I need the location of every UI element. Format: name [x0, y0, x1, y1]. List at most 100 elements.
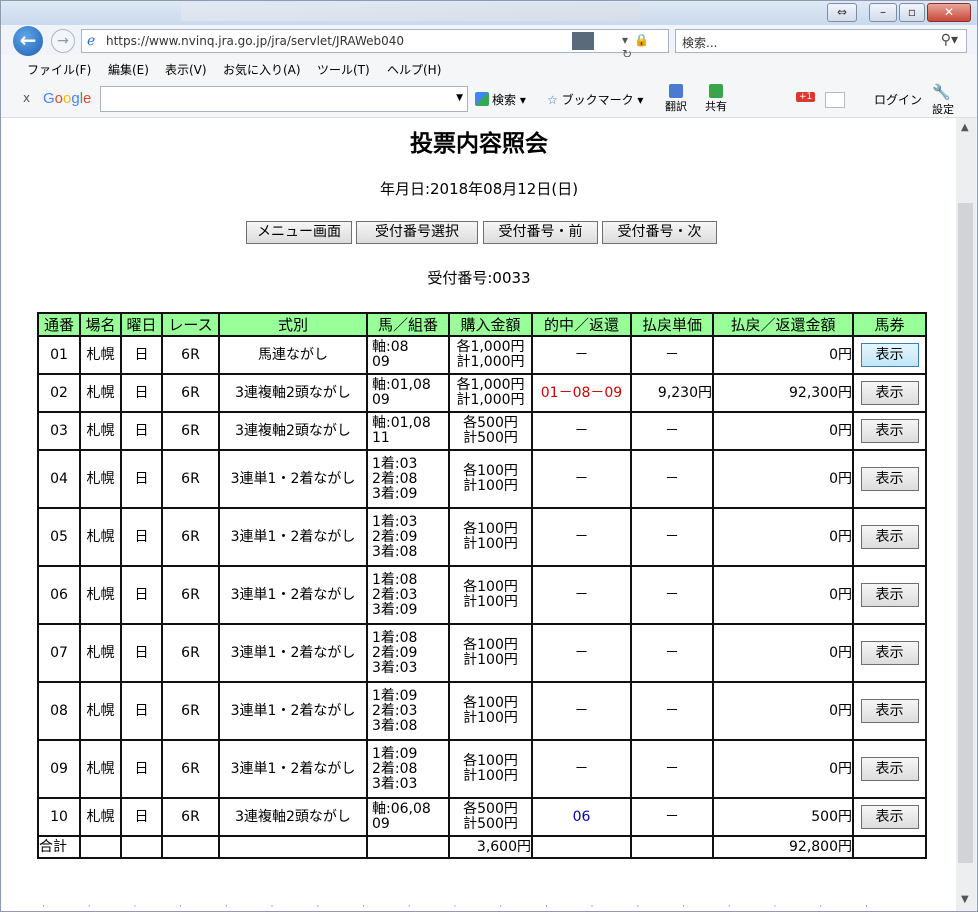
- date-label: 年月日:2018年08月12日(日): [379, 180, 579, 198]
- place-cell: 札幌: [79, 507, 122, 567]
- menu-screen-button[interactable]: メニュー画面: [246, 221, 352, 244]
- unit-price-cell: －: [630, 797, 714, 837]
- address-bar[interactable]: ℯ https://www.nvinq.jra.go.jp/jra/servle…: [81, 29, 669, 61]
- bookmark-button[interactable]: ☆ ブックマーク ▾: [547, 91, 643, 108]
- column-header: レース: [161, 312, 220, 337]
- translate-button[interactable]: 翻訳: [665, 84, 687, 114]
- table-row: 10 札幌日 6R 3連複軸2頭ながし 軸:06,08 09 各500円 計500円 06 － 50…: [37, 797, 927, 837]
- empty-cell: [531, 835, 632, 859]
- combo-line: 2着:03: [372, 702, 418, 719]
- ticket-cell: 表示: [852, 565, 927, 625]
- gplus-button[interactable]: +1: [796, 92, 816, 102]
- show-ticket-button[interactable]: 表示: [860, 583, 919, 607]
- scroll-thumb[interactable]: [958, 203, 973, 863]
- share-button[interactable]: 共有: [705, 84, 727, 114]
- vertical-scrollbar[interactable]: ▲ ▼: [956, 118, 976, 911]
- column-header: 馬券: [852, 312, 927, 337]
- amount-line: 計100円: [463, 710, 518, 726]
- navigation-bar: ← → ℯ https://www.nvinq.jra.go.jp/jra/se…: [1, 25, 977, 61]
- table-row: 06 札幌日 6R 3連単1・2着ながし 1着:08 2着:03 3着:09 各100円 計10…: [37, 565, 927, 625]
- payout-cell: 0円: [712, 335, 854, 375]
- hit-cell: －: [531, 623, 632, 683]
- show-ticket-button[interactable]: 表示: [860, 757, 919, 781]
- show-ticket-button[interactable]: 表示: [860, 641, 919, 665]
- total-payout: 92,800円: [712, 835, 854, 859]
- restore-icon[interactable]: ⇔: [827, 3, 857, 22]
- receipt-next-button[interactable]: 受付番号・次: [602, 221, 717, 244]
- race-cell: 6R: [161, 565, 220, 625]
- google-search-input[interactable]: ▼: [100, 86, 468, 112]
- table-row: 09 札幌日 6R 3連単1・2着ながし 1着:09 2着:08 3着:03 各100円 計10…: [37, 739, 927, 799]
- show-ticket-button[interactable]: 表示: [860, 699, 919, 723]
- race-cell: 6R: [161, 797, 220, 837]
- scroll-up-icon[interactable]: ▲: [961, 122, 969, 133]
- hit-cell: －: [531, 335, 632, 375]
- total-row: 合計 3,600円 92,800円: [37, 835, 927, 859]
- place-cell: 札幌: [79, 739, 122, 799]
- empty-cell: [218, 835, 368, 859]
- day-cell: 日: [120, 681, 163, 741]
- race-cell: 6R: [161, 411, 220, 451]
- amount-cell: 各100円 計100円: [448, 681, 533, 741]
- amount-line: 各100円: [463, 463, 518, 479]
- total-label: 合計: [37, 835, 81, 859]
- combo-cell: 軸:08 09: [366, 335, 450, 375]
- url-text: https://www.nvinq.jra.go.jp/jra/servlet/…: [106, 34, 405, 48]
- maximize-button[interactable]: ▫: [899, 3, 925, 22]
- combo-line: 2着:08: [372, 760, 418, 777]
- show-ticket-button[interactable]: 表示: [860, 419, 919, 443]
- back-button[interactable]: ←: [13, 26, 43, 56]
- combo-cell: 軸:06,08 09: [366, 797, 450, 837]
- settings-button[interactable]: 🔧 設定: [932, 83, 954, 117]
- race-cell: 6R: [161, 623, 220, 683]
- bet-type-cell: 3連単1・2着ながし: [218, 449, 368, 509]
- amount-cell: 各100円 計100円: [448, 507, 533, 567]
- forward-button[interactable]: →: [51, 29, 75, 53]
- bet-type-cell: 3連単1・2着ながし: [218, 507, 368, 567]
- menu-help[interactable]: ヘルプ(H): [387, 61, 441, 78]
- table-header: 通番 場名 曜日 レース 式別 馬／組番 購入金額 的中／返還 払戻単価 払戻／返還金額 馬券: [37, 312, 927, 337]
- chevron-down-icon[interactable]: ▼: [456, 93, 463, 103]
- ticket-cell: 表示: [852, 681, 927, 741]
- payout-cell: 0円: [712, 623, 854, 683]
- hit-cell: 06: [531, 797, 632, 837]
- tab-strip: [181, 3, 641, 21]
- menu-file[interactable]: ファイル(F): [27, 61, 91, 78]
- unit-price-cell: 9,230円: [630, 373, 714, 413]
- footer-cutoff: · · · · · · · · · · · · · · · · · · ·: [42, 902, 888, 910]
- amount-cell: 各1,000円 計1,000円: [448, 373, 533, 413]
- amount-cell: 各100円 計100円: [448, 623, 533, 683]
- menu-edit[interactable]: 編集(E): [108, 61, 149, 78]
- place-cell: 札幌: [79, 449, 122, 509]
- show-ticket-button[interactable]: 表示: [860, 381, 919, 405]
- combo-cell: 1着:09 2着:08 3着:03: [366, 739, 450, 799]
- empty-cell: [79, 835, 122, 859]
- minimize-button[interactable]: –: [869, 3, 897, 22]
- bet-type-cell: 3連複軸2頭ながし: [218, 797, 368, 837]
- receipt-select-button[interactable]: 受付番号選択: [356, 221, 478, 244]
- menu-favorites[interactable]: お気に入り(A): [223, 61, 301, 78]
- menu-view[interactable]: 表示(V): [165, 61, 207, 78]
- receipt-prev-button[interactable]: 受付番号・前: [483, 221, 598, 244]
- payout-cell: 0円: [712, 565, 854, 625]
- amount-line: 計100円: [463, 594, 518, 610]
- show-ticket-button[interactable]: 表示: [860, 805, 919, 829]
- show-ticket-button[interactable]: 表示: [860, 525, 919, 549]
- bet-table: 通番 場名 曜日 レース 式別 馬／組番 購入金額 的中／返還 払戻単価 払戻／返還金額 馬券 01…: [37, 312, 927, 859]
- place-cell: 札幌: [79, 797, 122, 837]
- browser-search-box[interactable]: 検索... ⚲▾: [675, 29, 967, 53]
- menu-tools[interactable]: ツール(T): [317, 61, 370, 78]
- toolbar-close-icon[interactable]: x: [23, 91, 30, 105]
- scroll-down-icon[interactable]: ▼: [961, 894, 969, 905]
- empty-cell: [366, 835, 450, 859]
- show-ticket-button[interactable]: 表示: [860, 343, 919, 367]
- combo-line: 1着:03: [372, 513, 418, 530]
- search-icon[interactable]: ⚲▾: [941, 32, 958, 48]
- google-search-button[interactable]: 検索 ▾: [475, 91, 526, 108]
- menu-bar: ファイル(F) 編集(E) 表示(V) お気に入り(A) ツール(T) ヘルプ(…: [1, 57, 977, 79]
- show-ticket-button[interactable]: 表示: [860, 467, 919, 491]
- combo-line: 09: [372, 354, 390, 370]
- bet-type-cell: 3連単1・2着ながし: [218, 565, 368, 625]
- close-button[interactable]: ✕: [927, 3, 971, 22]
- login-link[interactable]: ログイン: [874, 91, 922, 108]
